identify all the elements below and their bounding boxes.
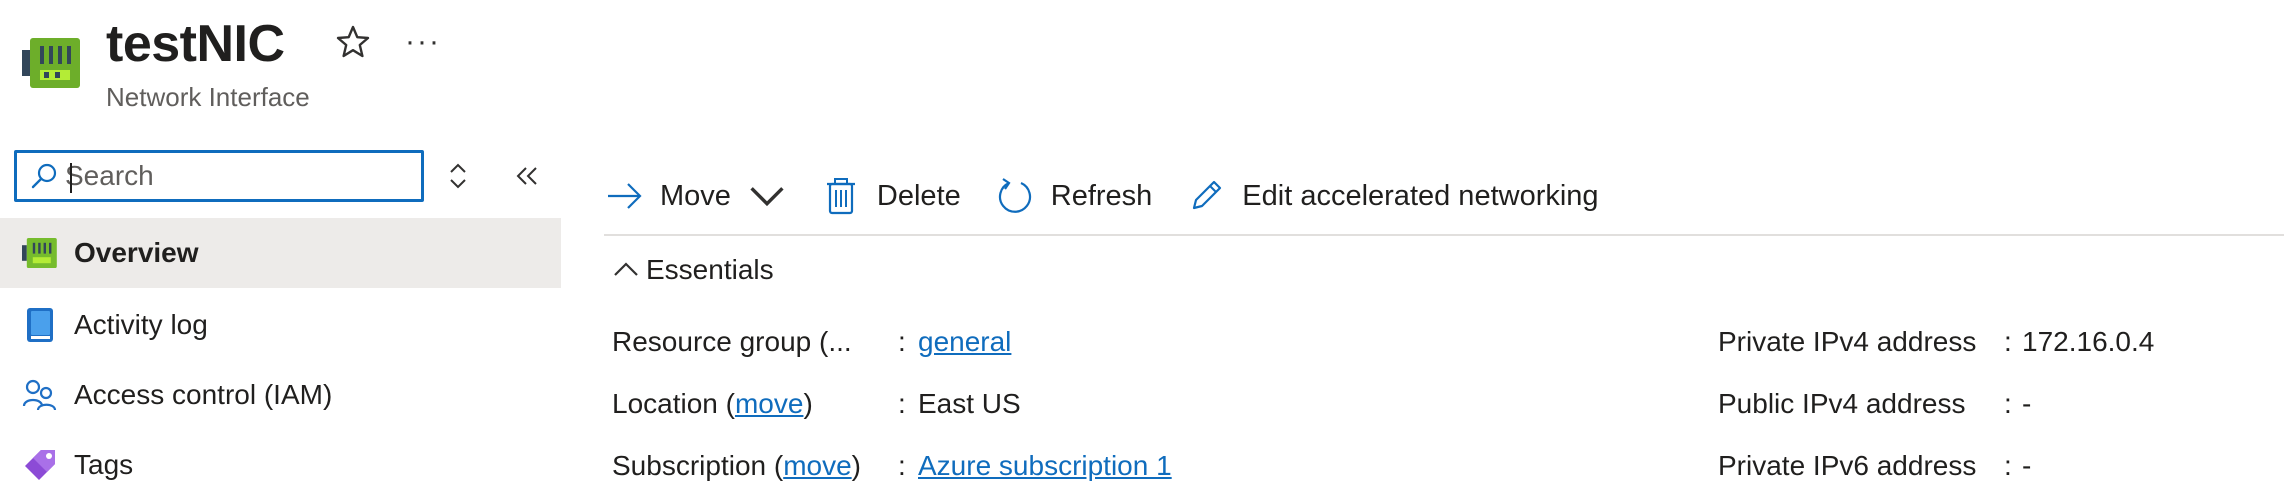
toolbar-divider [604, 234, 2284, 236]
refresh-icon [998, 178, 1031, 213]
delete-label: Delete [876, 179, 961, 212]
sidebar-item-activity-log[interactable]: Activity log [0, 290, 561, 360]
arrow-right-icon [608, 183, 642, 209]
page-subtitle: Network Interface [106, 82, 310, 112]
delete-button[interactable]: Delete [821, 166, 961, 226]
sidebar-item-tags[interactable]: Tags [0, 430, 561, 494]
separator: : [898, 450, 906, 481]
resource-group-label: Resource group (... [612, 326, 852, 357]
collapse-sidebar-icon[interactable] [512, 160, 542, 192]
private-ipv4-value: 172.16.0.4 [2022, 326, 2155, 357]
trash-icon [826, 178, 855, 215]
essentials-heading: Essentials [646, 254, 774, 285]
private-ipv6-value: - [2022, 450, 2032, 481]
location-value: East US [918, 388, 1021, 419]
edit-accelerated-networking-button[interactable]: Edit accelerated networking [1186, 166, 1599, 226]
sidebar-item-label: Access control (IAM) [74, 379, 333, 410]
sidebar-item-label: Tags [74, 449, 134, 480]
sidebar-item-label: Activity log [74, 309, 208, 340]
move-label: Move [660, 179, 731, 212]
location-move-link[interactable]: move [735, 388, 803, 419]
tag-icon [20, 445, 60, 485]
essentials-toggle[interactable]: Essentials [612, 254, 774, 286]
location-label: Location (move) [612, 388, 813, 419]
separator: : [898, 326, 906, 357]
subscription-label: Subscription (move) [612, 450, 861, 481]
subscription-link[interactable]: Azure subscription 1 [918, 450, 1172, 482]
private-ipv4-label: Private IPv4 address [1718, 326, 1977, 357]
resource-group-link[interactable]: general [918, 326, 1011, 358]
chevron-down-icon [750, 187, 784, 207]
text-cursor [70, 163, 72, 193]
separator: : [2004, 326, 2012, 357]
sort-updown-icon[interactable] [446, 160, 470, 192]
move-button[interactable]: Move [604, 166, 787, 226]
subscription-move-link[interactable]: move [783, 450, 851, 481]
more-options-icon[interactable]: ··· [405, 22, 441, 62]
page-title: testNIC [106, 15, 285, 73]
search-icon [31, 163, 57, 189]
activity-log-icon [20, 305, 60, 345]
public-ipv4-value: - [2022, 388, 2032, 419]
chevron-up-icon [614, 262, 638, 276]
iam-people-icon [20, 375, 60, 415]
sidebar-item-overview[interactable]: Overview [0, 218, 561, 288]
separator: : [898, 388, 906, 419]
command-bar: Move Delete Refresh Edit accelerated net… [604, 166, 1633, 226]
refresh-label: Refresh [1050, 179, 1153, 212]
public-ipv4-label: Public IPv4 address [1718, 388, 1966, 419]
private-ipv6-label: Private IPv6 address [1718, 450, 1977, 481]
pencil-icon [1193, 180, 1222, 210]
favorite-star-icon[interactable] [333, 22, 373, 62]
sidebar-item-access-control[interactable]: Access control (IAM) [0, 360, 561, 430]
search-box[interactable] [14, 150, 424, 202]
network-interface-icon [20, 233, 60, 273]
separator: : [2004, 450, 2012, 481]
search-input[interactable] [65, 160, 405, 192]
separator: : [2004, 388, 2012, 419]
edit-accelerated-networking-label: Edit accelerated networking [1242, 179, 1599, 212]
refresh-button[interactable]: Refresh [995, 166, 1153, 226]
network-interface-icon [22, 38, 80, 88]
sidebar-item-label: Overview [74, 237, 199, 268]
